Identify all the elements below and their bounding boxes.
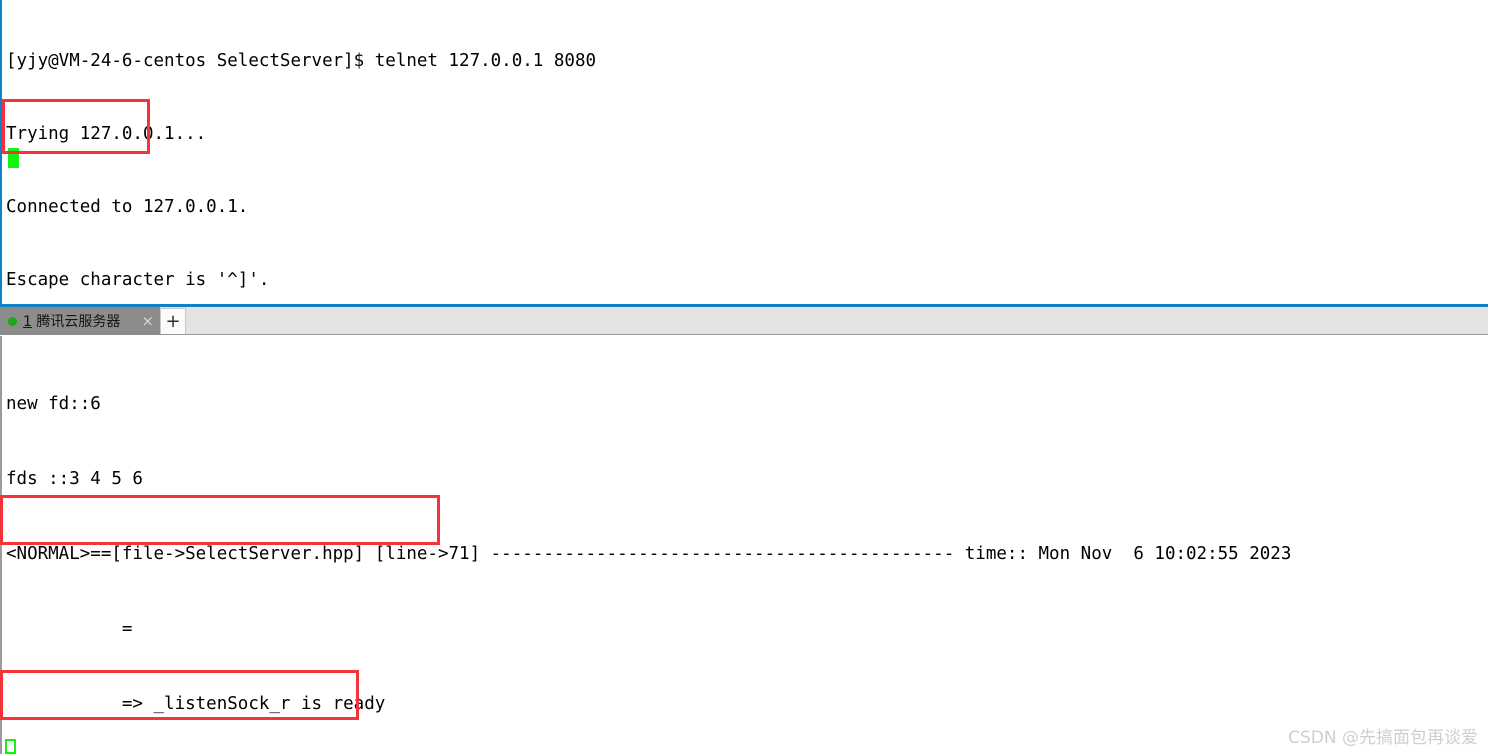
terminal-line: Connected to 127.0.0.1. bbox=[6, 197, 249, 218]
terminal-line: new fd::6 bbox=[6, 394, 101, 414]
terminal-line: <NORMAL>==[file->SelectServer.hpp] [line… bbox=[6, 544, 1292, 564]
tab-title: 腾讯云服务器 bbox=[36, 314, 121, 330]
top-terminal-pane[interactable]: [yjy@VM-24-6-centos SelectServer]$ telne… bbox=[0, 0, 1488, 307]
tab-tencent-cloud-server[interactable]: 1 腾讯云服务器 × bbox=[0, 307, 160, 335]
terminal-cursor-block bbox=[8, 148, 19, 168]
tab-status-dot-icon bbox=[8, 316, 17, 326]
tab-label: 1 腾讯云服务器 bbox=[23, 311, 120, 331]
bottom-terminal-pane[interactable]: new fd::6 fds ::3 4 5 6 <NORMAL>==[file-… bbox=[0, 336, 1488, 754]
tab-index: 1 bbox=[23, 314, 32, 330]
terminal-line: => _listenSock_r is ready bbox=[6, 694, 386, 714]
bottom-terminal-output: new fd::6 fds ::3 4 5 6 <NORMAL>==[file-… bbox=[6, 342, 1291, 754]
terminal-line: [yjy@VM-24-6-centos SelectServer]$ telne… bbox=[6, 50, 597, 71]
terminal-line: Escape character is '^]'. bbox=[6, 270, 270, 291]
terminal-line: = bbox=[6, 619, 133, 639]
add-tab-button[interactable]: + bbox=[160, 308, 186, 334]
terminal-cursor-outline bbox=[5, 739, 16, 754]
close-icon[interactable]: × bbox=[129, 313, 154, 329]
terminal-tab-bar: 1 腾讯云服务器 × + bbox=[0, 307, 1488, 335]
terminal-line: Trying 127.0.0.1... bbox=[6, 124, 207, 145]
tab-bar-empty-space bbox=[186, 307, 1488, 334]
csdn-watermark: CSDN @先搞面包再谈爱 bbox=[1288, 728, 1478, 748]
terminal-line: fds ::3 4 5 6 bbox=[6, 469, 143, 489]
top-terminal-output: [yjy@VM-24-6-centos SelectServer]$ telne… bbox=[6, 0, 597, 304]
